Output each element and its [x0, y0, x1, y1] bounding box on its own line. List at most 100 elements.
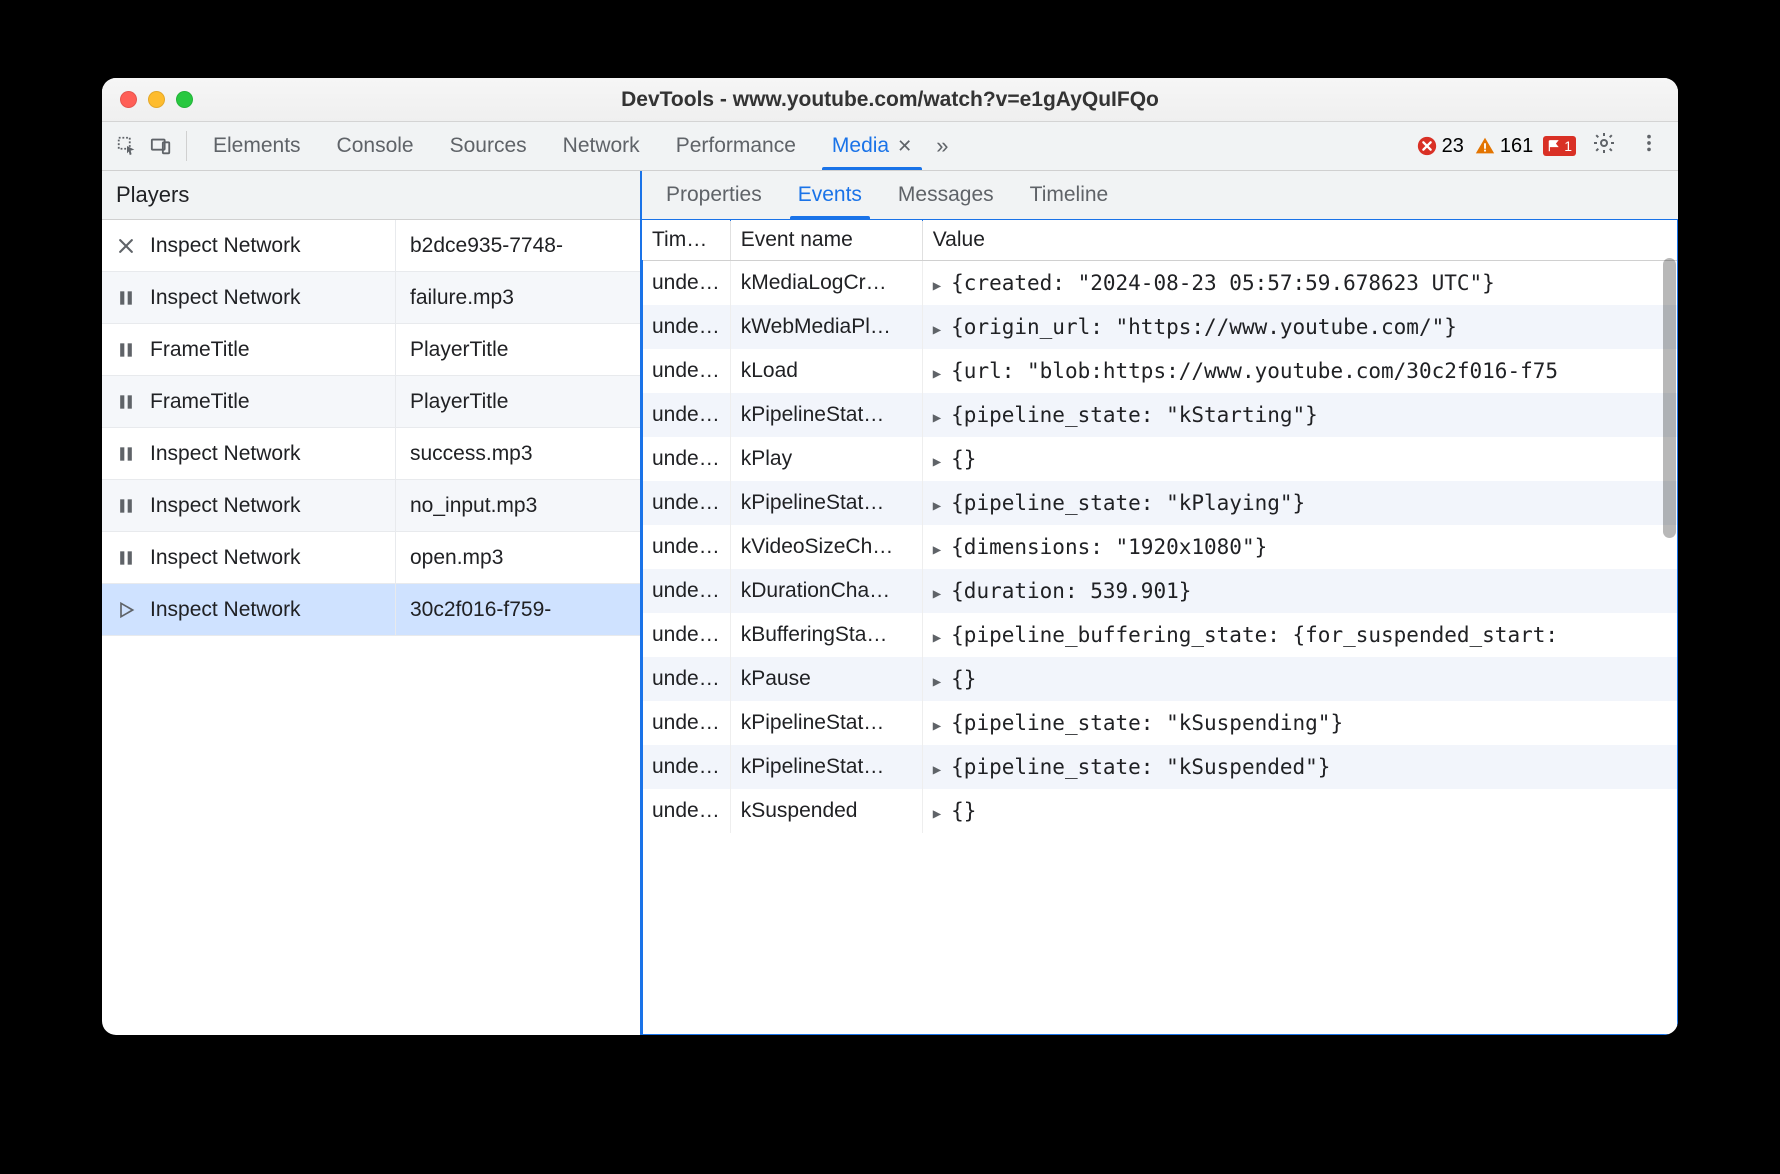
event-value[interactable]: ▶ {pipeline_state: "kSuspended"}: [922, 745, 1677, 789]
detail-tab-events[interactable]: Events: [780, 171, 880, 219]
panel-tab-console[interactable]: Console: [319, 122, 432, 170]
event-name: kDurationCha…: [730, 569, 922, 613]
disclosure-triangle-icon[interactable]: ▶: [933, 322, 941, 338]
event-value[interactable]: ▶{created: "2024-08-23 05:57:59.678623 U…: [922, 261, 1677, 306]
event-row[interactable]: unde…kPipelineStat…▶{pipeline_state: "kP…: [642, 481, 1678, 525]
event-row[interactable]: unde…kPipelineStat…▶{pipeline_state: "kS…: [642, 393, 1678, 437]
events-table: Tim… Event name Value unde…kMediaLogCr…▶…: [642, 220, 1678, 833]
detail-tab-timeline[interactable]: Timeline: [1012, 171, 1127, 219]
disclosure-triangle-icon[interactable]: ▶: [933, 674, 941, 690]
detail-tab-messages[interactable]: Messages: [880, 171, 1012, 219]
close-icon[interactable]: ✕: [897, 136, 912, 157]
event-value[interactable]: ▶{duration: 539.901}: [922, 569, 1677, 613]
disclosure-triangle-icon[interactable]: ▶: [933, 366, 941, 382]
panel-tabs: Elements Console Sources Network Performance…: [195, 122, 930, 170]
event-row[interactable]: unde…kPipelineStat…▶{pipeline_state: "kS…: [642, 701, 1678, 745]
disclosure-triangle-icon[interactable]: ▶: [933, 454, 941, 470]
event-timestamp: unde…: [642, 569, 730, 613]
settings-icon[interactable]: [1586, 131, 1622, 161]
player-title: PlayerTitle: [396, 390, 640, 414]
disclosure-triangle-icon[interactable]: ▶: [933, 718, 941, 734]
event-value[interactable]: ▶{pipeline_buffering_state: {for_suspend…: [922, 613, 1677, 657]
event-value[interactable]: ▶{}: [922, 437, 1677, 481]
event-value[interactable]: ▶{url: "blob:https://www.youtube.com/30c…: [922, 349, 1677, 393]
panel-tab-sources[interactable]: Sources: [432, 122, 545, 170]
event-value[interactable]: ▶ {pipeline_state: "kStarting"}: [922, 393, 1677, 437]
player-row[interactable]: Inspect Networkno_input.mp3: [102, 480, 640, 532]
event-row[interactable]: unde…kPipelineStat…▶{pipeline_state: "kS…: [642, 745, 1678, 789]
event-timestamp: unde…: [642, 437, 730, 481]
panel-tab-media[interactable]: Media ✕: [814, 122, 930, 170]
panel-tab-elements[interactable]: Elements: [195, 122, 319, 170]
player-row[interactable]: Inspect Networkfailure.mp3: [102, 272, 640, 324]
event-value[interactable]: ▶{origin_url: "https://www.youtube.com/"…: [922, 305, 1677, 349]
event-row[interactable]: unde…kBufferingSta…▶{pipeline_buffering_…: [642, 613, 1678, 657]
event-name: kPipelineStat…: [730, 481, 922, 525]
pause-icon: [102, 444, 150, 464]
player-title: PlayerTitle: [396, 338, 640, 362]
event-name: kWebMediaPl…: [730, 305, 922, 349]
event-row[interactable]: unde…kWebMediaPl…▶{origin_url: "https://…: [642, 305, 1678, 349]
issues-badge[interactable]: 1: [1543, 136, 1576, 156]
col-header-event-name[interactable]: Event name: [730, 220, 922, 261]
pause-icon: [102, 496, 150, 516]
event-row[interactable]: unde…kPlay▶{}: [642, 437, 1678, 481]
tab-label: Media: [832, 134, 889, 158]
error-count-badge[interactable]: 23: [1416, 135, 1464, 158]
window-close-button[interactable]: [120, 91, 137, 108]
col-header-value[interactable]: Value: [922, 220, 1677, 261]
events-table-wrap[interactable]: Tim… Event name Value unde…kMediaLogCr…▶…: [642, 220, 1678, 1035]
event-row[interactable]: unde…kSuspended▶{}: [642, 789, 1678, 833]
event-value-text: {pipeline_state: "kStarting"}: [951, 403, 1318, 427]
disclosure-triangle-icon[interactable]: ▶: [933, 498, 941, 514]
player-frame-title: FrameTitle: [150, 324, 396, 375]
disclosure-triangle-icon[interactable]: ▶: [933, 542, 941, 558]
device-toolbar-icon[interactable]: [144, 122, 178, 170]
player-frame-title: Inspect Network: [150, 532, 396, 583]
event-value[interactable]: ▶{dimensions: "1920x1080"}: [922, 525, 1677, 569]
event-timestamp: unde…: [642, 701, 730, 745]
window-zoom-button[interactable]: [176, 91, 193, 108]
disclosure-triangle-icon[interactable]: ▶: [933, 630, 941, 646]
more-tabs-icon[interactable]: »: [936, 133, 948, 159]
player-title: no_input.mp3: [396, 494, 640, 518]
panel-tab-network[interactable]: Network: [545, 122, 658, 170]
inspect-element-icon[interactable]: [110, 122, 144, 170]
scrollbar-thumb[interactable]: [1663, 258, 1676, 538]
tab-label: Console: [337, 134, 414, 158]
disclosure-triangle-icon[interactable]: ▶: [933, 278, 941, 294]
disclosure-triangle-icon[interactable]: ▶: [933, 762, 941, 778]
event-value[interactable]: ▶{}: [922, 657, 1677, 701]
traffic-lights: [120, 91, 193, 108]
player-row[interactable]: Inspect Networkb2dce935-7748-: [102, 220, 640, 272]
event-value[interactable]: ▶{pipeline_state: "kSuspending"}: [922, 701, 1677, 745]
event-timestamp: unde…: [642, 349, 730, 393]
disclosure-triangle-icon[interactable]: ▶: [933, 410, 941, 426]
event-name: kVideoSizeCh…: [730, 525, 922, 569]
event-name: kPlay: [730, 437, 922, 481]
event-row[interactable]: unde…kMediaLogCr…▶{created: "2024-08-23 …: [642, 261, 1678, 306]
more-menu-icon[interactable]: [1632, 132, 1666, 160]
player-row[interactable]: Inspect Networkopen.mp3: [102, 532, 640, 584]
player-row[interactable]: Inspect Networksuccess.mp3: [102, 428, 640, 480]
window-minimize-button[interactable]: [148, 91, 165, 108]
event-row[interactable]: unde…kDurationCha…▶{duration: 539.901}: [642, 569, 1678, 613]
tab-label: Network: [563, 134, 640, 158]
col-header-timestamp[interactable]: Tim…: [642, 220, 730, 261]
event-row[interactable]: unde…kVideoSizeCh…▶{dimensions: "1920x10…: [642, 525, 1678, 569]
player-title: success.mp3: [396, 442, 640, 466]
player-row[interactable]: Inspect Network30c2f016-f759-: [102, 584, 640, 636]
event-value[interactable]: ▶{pipeline_state: "kPlaying"}: [922, 481, 1677, 525]
event-value[interactable]: ▶{}: [922, 789, 1677, 833]
event-row[interactable]: unde…kPause▶{}: [642, 657, 1678, 701]
player-row[interactable]: FrameTitlePlayerTitle: [102, 376, 640, 428]
detail-tab-properties[interactable]: Properties: [648, 171, 780, 219]
warning-count-badge[interactable]: 161: [1474, 135, 1533, 158]
player-row[interactable]: FrameTitlePlayerTitle: [102, 324, 640, 376]
panel-tab-performance[interactable]: Performance: [658, 122, 814, 170]
disclosure-triangle-icon[interactable]: ▶: [933, 806, 941, 822]
pause-icon: [102, 392, 150, 412]
event-value-text: {pipeline_state: "kSuspended"}: [951, 755, 1330, 779]
disclosure-triangle-icon[interactable]: ▶: [933, 586, 941, 602]
event-row[interactable]: unde…kLoad▶{url: "blob:https://www.youtu…: [642, 349, 1678, 393]
